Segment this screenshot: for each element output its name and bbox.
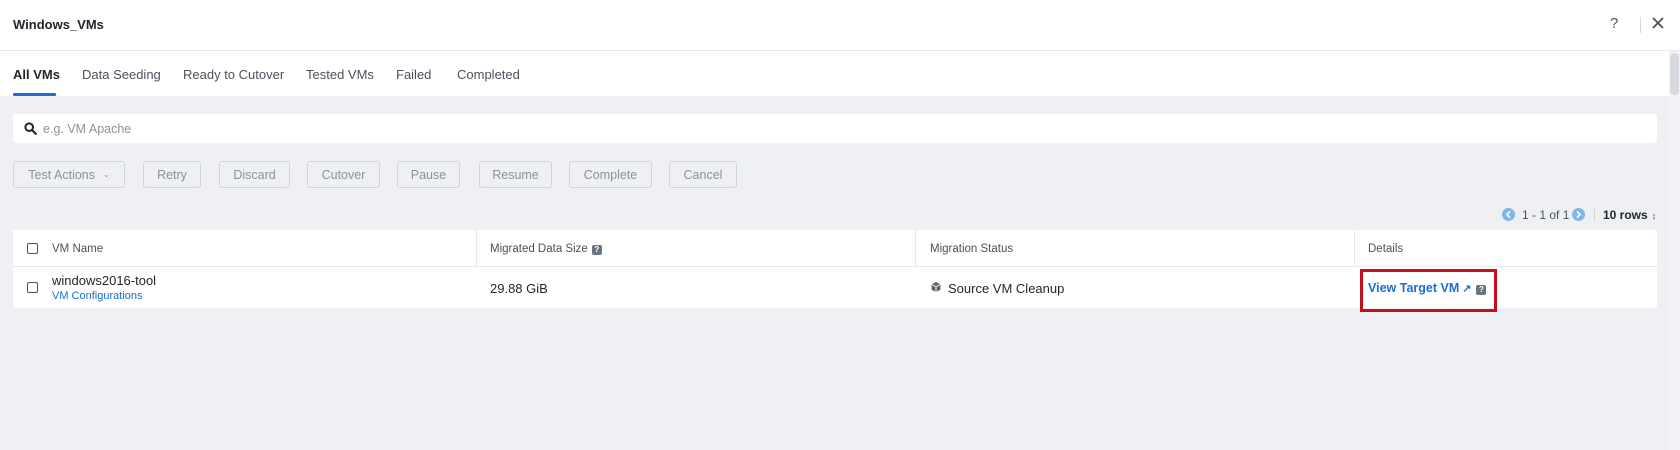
tab-tested-vms[interactable]: Tested VMs bbox=[306, 67, 374, 82]
column-header-vm-name[interactable]: VM Name bbox=[52, 243, 103, 255]
column-header-migrated-data-size[interactable]: Migrated Data Size? bbox=[490, 243, 602, 255]
tab-completed[interactable]: Completed bbox=[457, 67, 520, 82]
close-icon[interactable] bbox=[1650, 15, 1666, 31]
external-link-icon: ↗ bbox=[1462, 283, 1472, 295]
chevron-down-icon: ⌄ bbox=[103, 170, 110, 179]
title-bar: Windows_VMs ? bbox=[0, 0, 1680, 51]
cube-icon bbox=[931, 282, 941, 292]
cutover-button[interactable]: Cutover bbox=[307, 161, 380, 188]
info-icon[interactable]: ? bbox=[1476, 285, 1487, 295]
vm-configurations-link[interactable]: VM Configurations bbox=[52, 290, 143, 302]
pause-button[interactable]: Pause bbox=[397, 161, 460, 188]
vertical-scrollbar[interactable] bbox=[1669, 51, 1680, 450]
column-divider bbox=[1354, 230, 1355, 267]
column-header-label: Migrated Data Size bbox=[490, 243, 588, 255]
next-page-icon[interactable] bbox=[1572, 208, 1585, 221]
search-icon bbox=[24, 122, 37, 135]
migration-status: Source VM Cleanup bbox=[948, 281, 1065, 296]
tab-data-seeding[interactable]: Data Seeding bbox=[82, 67, 161, 82]
pagination-divider bbox=[1594, 207, 1595, 222]
table-header: VM Name Migrated Data Size? Migration St… bbox=[13, 230, 1657, 267]
column-header-details[interactable]: Details bbox=[1368, 243, 1403, 255]
sort-updown-icon: ↕ bbox=[1651, 211, 1657, 221]
select-all-checkbox[interactable] bbox=[27, 243, 38, 254]
column-header-migration-status[interactable]: Migration Status bbox=[930, 243, 1013, 255]
cancel-button[interactable]: Cancel bbox=[669, 161, 737, 188]
title-bar-divider bbox=[1640, 17, 1641, 33]
migrated-data-size: 29.88 GiB bbox=[490, 281, 548, 296]
tab-failed[interactable]: Failed bbox=[396, 67, 431, 82]
tab-bar: All VMs Data Seeding Ready to Cutover Te… bbox=[0, 51, 1680, 96]
search-input[interactable] bbox=[43, 114, 1643, 143]
test-actions-label: Test Actions bbox=[28, 167, 95, 182]
scrollbar-thumb[interactable] bbox=[1670, 53, 1679, 95]
rows-per-page-label: 10 rows bbox=[1603, 208, 1648, 222]
prev-page-icon[interactable] bbox=[1502, 208, 1515, 221]
view-target-vm-label: View Target VM bbox=[1368, 281, 1460, 295]
view-target-vm-link[interactable]: View Target VM ↗? bbox=[1368, 281, 1487, 295]
rows-per-page-select[interactable]: 10 rows ↕ bbox=[1603, 208, 1656, 222]
active-tab-indicator bbox=[13, 93, 56, 96]
info-icon[interactable]: ? bbox=[591, 245, 602, 255]
retry-button[interactable]: Retry bbox=[143, 161, 201, 188]
tab-all-vms[interactable]: All VMs bbox=[13, 67, 60, 82]
discard-button[interactable]: Discard bbox=[219, 161, 290, 188]
tab-ready-to-cutover[interactable]: Ready to Cutover bbox=[183, 67, 284, 82]
pagination-range: 1 - 1 of 1 bbox=[1522, 208, 1570, 222]
search-bar bbox=[13, 114, 1657, 143]
resume-button[interactable]: Resume bbox=[479, 161, 552, 188]
row-checkbox[interactable] bbox=[27, 282, 38, 293]
window-title: Windows_VMs bbox=[13, 17, 104, 32]
complete-button[interactable]: Complete bbox=[569, 161, 652, 188]
test-actions-dropdown[interactable]: Test Actions ⌄ bbox=[13, 161, 125, 188]
help-icon[interactable]: ? bbox=[1610, 15, 1618, 32]
column-divider bbox=[915, 230, 916, 267]
vm-name: windows2016-tool bbox=[52, 273, 157, 288]
column-divider bbox=[476, 230, 477, 267]
